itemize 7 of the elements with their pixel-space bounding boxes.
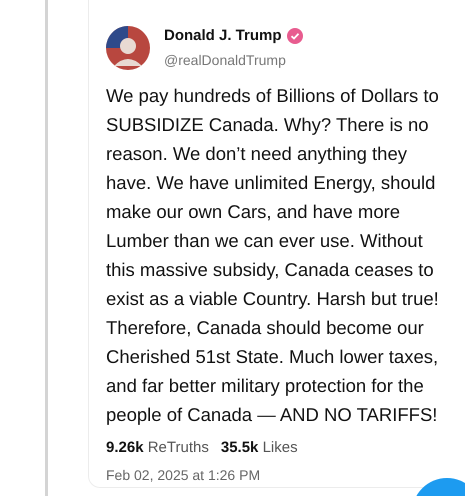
post-text: We pay hundreds of Billions of Dollars to SUBSIDIZE Canada. Why? There is no reason. We don’t need anything they have. We have unlimited Energy, should make our own Cars, and have more Lumber than we can ever use. Without this massive subsidy, Canada ceases to exist as a viable Country. Harsh but true! Therefore, Canada should become our Cherished 51st State. Much lower taxes, and far better military protection for the people of Canada — AND NO TARIFFS! (106, 84, 440, 427)
stat-count[interactable]: 9.26k ReTruths (106, 436, 209, 459)
author-handle[interactable]: @realDonaldTrump (164, 50, 303, 70)
stat-count[interactable]: 35.5k Likes (220, 436, 298, 459)
post-timestamp: Feb 02, 2025 at 1:26 PM (106, 466, 262, 485)
author-name[interactable]: Donald J. Trump (164, 25, 282, 48)
avatar-icon[interactable] (106, 26, 150, 70)
